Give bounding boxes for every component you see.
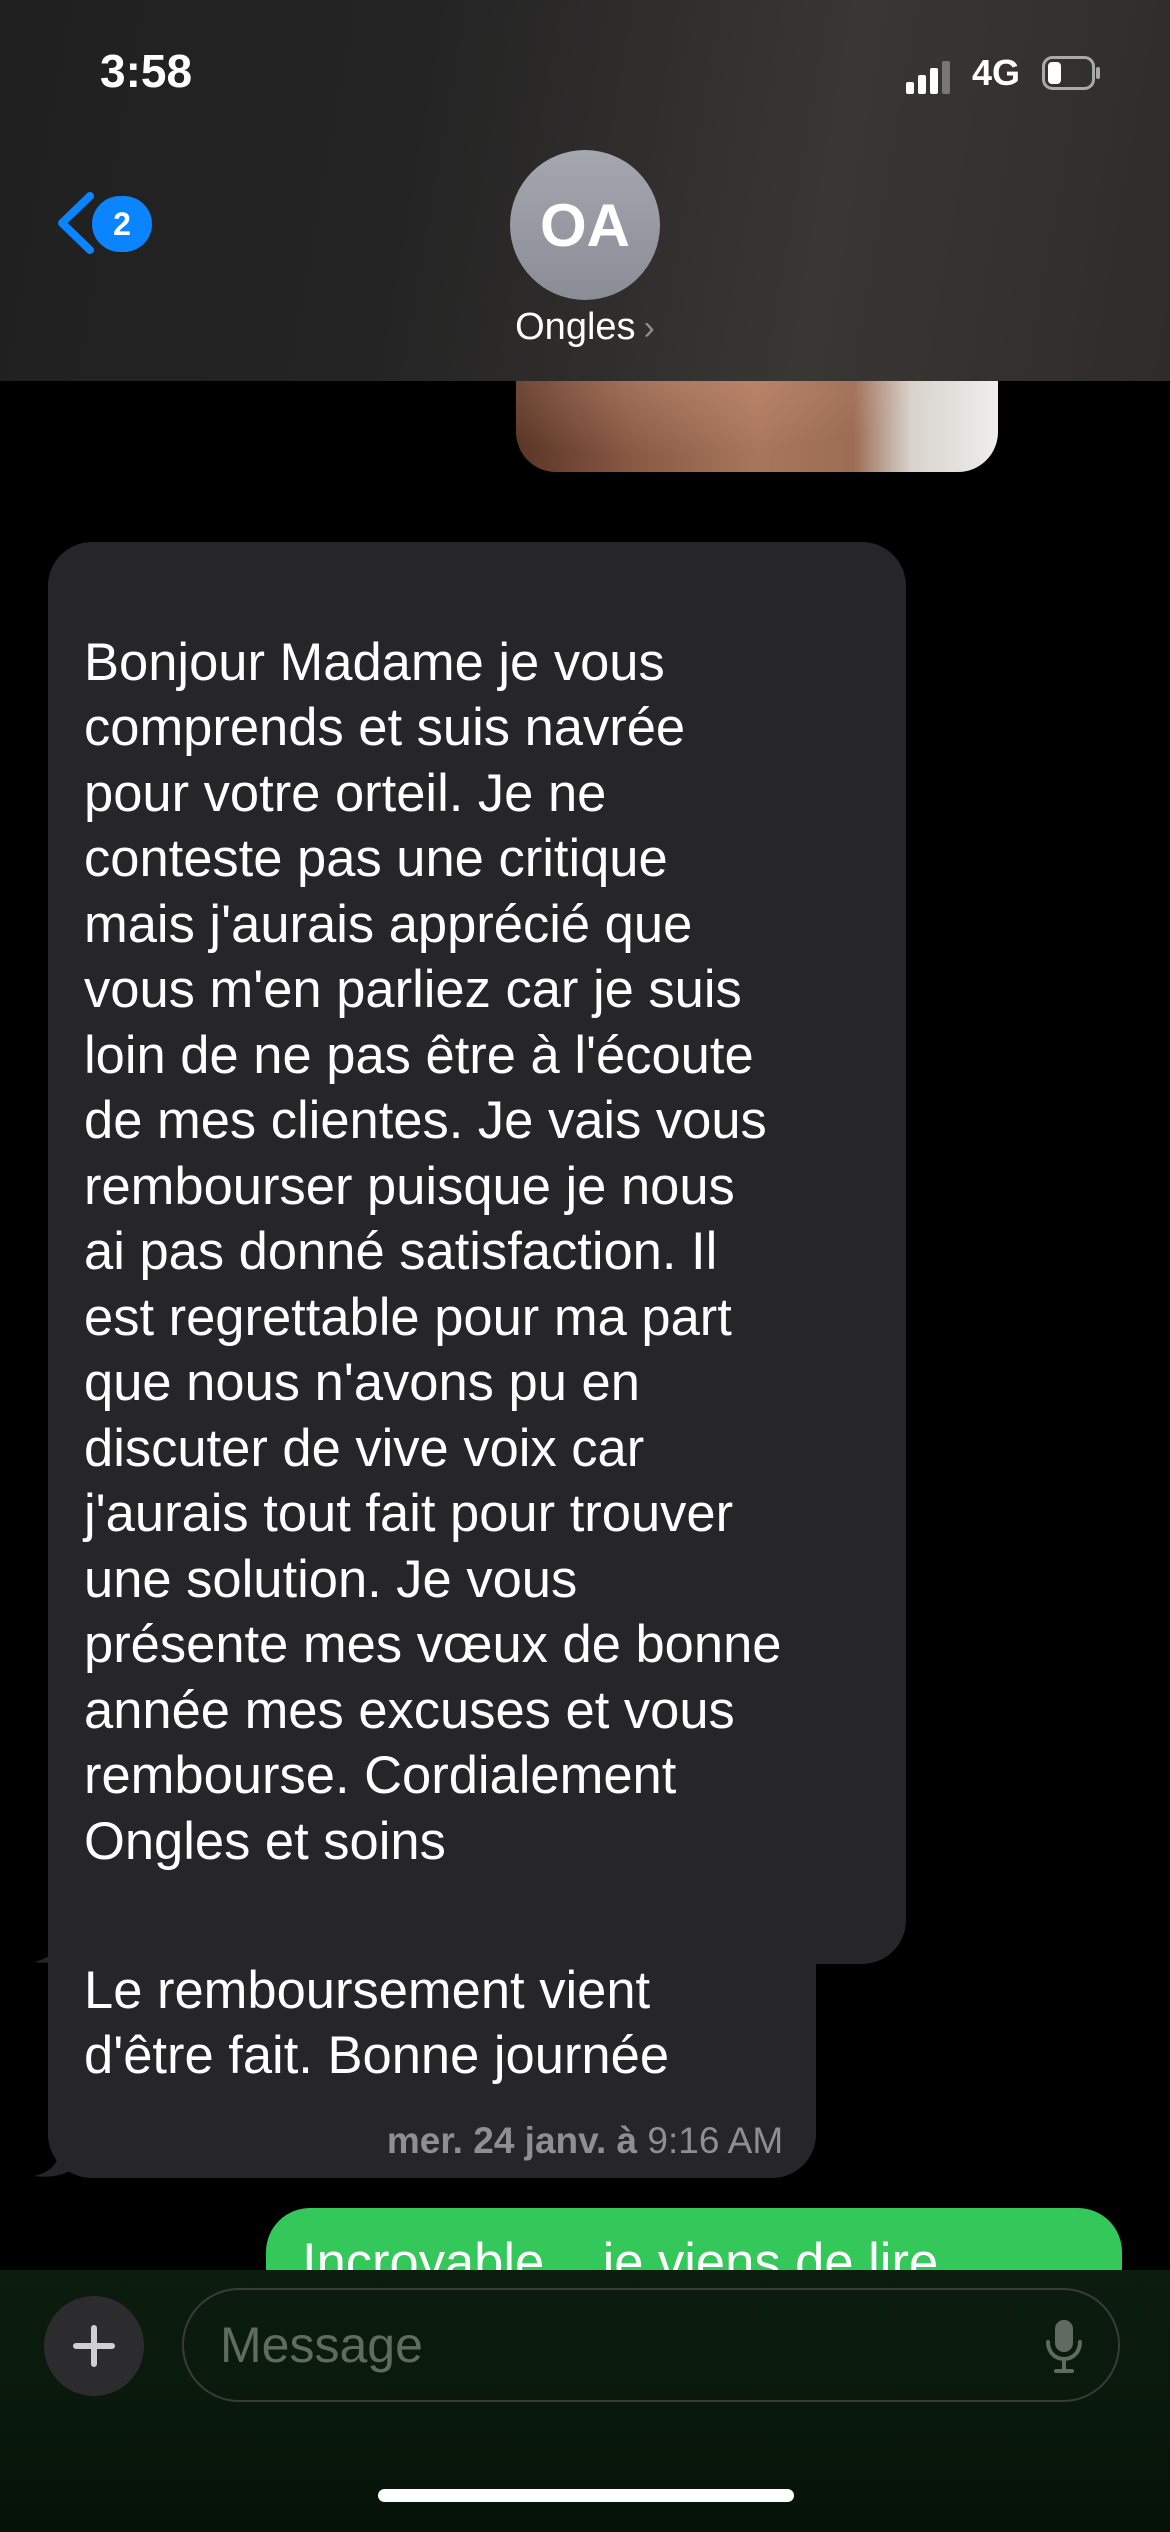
plus-icon — [73, 2325, 115, 2367]
battery-icon — [1042, 56, 1100, 90]
network-type: 4G — [972, 52, 1021, 93]
microphone-icon[interactable] — [1044, 2318, 1084, 2374]
status-time: 3:58 — [100, 45, 193, 97]
home-indicator[interactable] — [378, 2489, 794, 2502]
timestamp: mer. 24 janv. à 9:16 AM — [0, 2120, 1170, 2162]
timestamp-time: 9:16 AM — [647, 2120, 784, 2161]
unread-badge[interactable]: 2 — [92, 196, 152, 252]
avatar-initials: OA — [540, 191, 630, 259]
chevron-right-icon: › — [643, 309, 655, 347]
avatar[interactable]: OA — [510, 150, 660, 300]
plus-button[interactable] — [44, 2296, 144, 2396]
signal-icon — [906, 60, 950, 94]
incoming-message[interactable]: Bonjour Madame je vous comprends et suis… — [34, 542, 906, 1964]
message-text: Bonjour Madame je vous comprends et suis… — [84, 632, 782, 1871]
timestamp-date: mer. 24 janv. à — [386, 2120, 638, 2161]
conversation-header: 3:58 4G 2 OA Ongles › — [0, 0, 1170, 381]
contact-name-button[interactable]: Ongles › — [0, 306, 1170, 349]
message-placeholder: Message — [220, 2317, 423, 2373]
contact-name: Ongles — [515, 306, 636, 348]
message-input[interactable]: Message — [182, 2288, 1120, 2402]
message-text: Le remboursement vient d'être fait. Bonn… — [84, 1960, 670, 2086]
